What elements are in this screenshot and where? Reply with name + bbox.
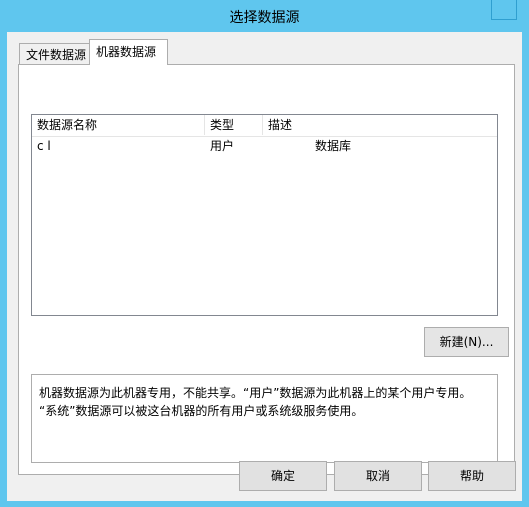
description-line-2: “系统”数据源可以被这台机器的所有用户或系统级服务使用。 — [39, 404, 364, 418]
close-button[interactable] — [491, 0, 517, 20]
row-name: c l — [37, 139, 51, 153]
list-header: 数据源名称 类型 描述 — [32, 115, 497, 137]
row-description: 数据库 — [315, 139, 352, 153]
description-box: 机器数据源为此机器专用，不能共享。“用户”数据源为此机器上的某个用户专用。 “系… — [31, 374, 498, 463]
data-source-list[interactable]: 数据源名称 类型 描述 c l 用户 数据库 — [31, 114, 498, 316]
tab-machine-data-source[interactable]: 机器数据源 — [89, 39, 168, 65]
ok-button[interactable]: 确定 — [239, 461, 327, 491]
dialog-window: 选择数据源 文件数据源 机器数据源 数据源名称 类型 描述 c l 用户 数据库… — [0, 0, 529, 507]
title-bar[interactable]: 选择数据源 — [0, 0, 529, 32]
cancel-button[interactable]: 取消 — [334, 461, 422, 491]
list-row[interactable]: c l 用户 数据库 — [32, 137, 497, 155]
column-header-description[interactable]: 描述 — [263, 115, 497, 135]
window-title: 选择数据源 — [229, 10, 300, 26]
tab-panel: 数据源名称 类型 描述 c l 用户 数据库 新建(N)... 机器数据源为此机… — [18, 64, 515, 475]
dialog-client-area: 文件数据源 机器数据源 数据源名称 类型 描述 c l 用户 数据库 新建(N)… — [7, 32, 522, 501]
new-button[interactable]: 新建(N)... — [424, 327, 509, 357]
column-header-type[interactable]: 类型 — [205, 115, 263, 135]
description-line-1: 机器数据源为此机器专用，不能共享。“用户”数据源为此机器上的某个用户专用。 — [39, 386, 472, 400]
column-header-name[interactable]: 数据源名称 — [32, 115, 205, 135]
tab-file-data-source[interactable]: 文件数据源 — [19, 43, 97, 65]
help-button[interactable]: 帮助 — [428, 461, 516, 491]
row-type: 用户 — [210, 139, 235, 153]
